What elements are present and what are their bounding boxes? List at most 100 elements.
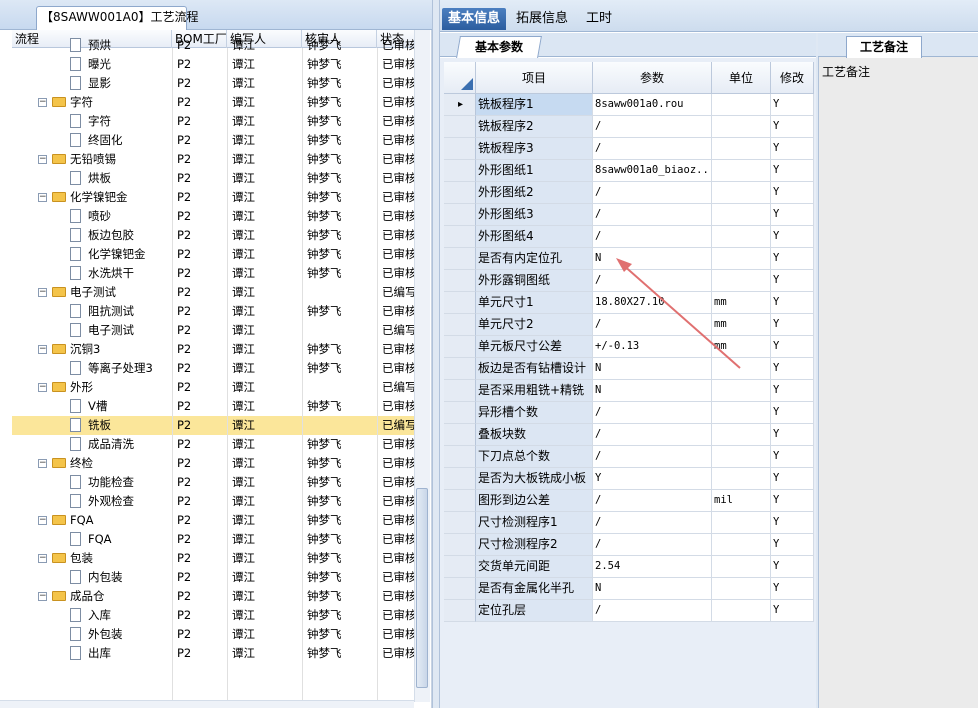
tree-row[interactable]: 外观检查 P2 谭江 钟梦飞 已审核	[12, 492, 416, 511]
param-row[interactable]: 异形槽个数 / Y	[444, 402, 814, 424]
param-cell-value[interactable]: 8saww001a0_biaoz...	[593, 160, 712, 182]
param-cell-modify[interactable]: Y	[771, 534, 814, 556]
tree-group-row[interactable]: − 电子测试 P2 谭江 已编写	[12, 283, 416, 302]
tree-row[interactable]: 曝光 P2 谭江 钟梦飞 已审核	[12, 55, 416, 74]
tree-group-row[interactable]: − 化学镍钯金 P2 谭江 钟梦飞 已审核	[12, 188, 416, 207]
param-row[interactable]: 外形图纸4/ Y	[444, 226, 814, 248]
tree-row[interactable]: 终固化 P2 谭江 钟梦飞 已审核	[12, 131, 416, 150]
tree-row[interactable]: 功能检查 P2 谭江 钟梦飞 已审核	[12, 473, 416, 492]
tree-group-row[interactable]: − 成品仓 P2 谭江 钟梦飞 已审核	[12, 587, 416, 606]
param-cell-modify[interactable]: Y	[771, 600, 814, 622]
param-cell-value[interactable]: Y	[593, 468, 712, 490]
param-cell-modify[interactable]: Y	[771, 468, 814, 490]
tree-row[interactable]: 预烘 P2 谭江 钟梦飞 已审核	[12, 36, 416, 55]
param-cell-unit[interactable]: mil	[712, 490, 771, 512]
tree-group-row[interactable]: − FQA P2 谭江 钟梦飞 已审核	[12, 511, 416, 530]
tree-group-row[interactable]: − 无铅喷锡 P2 谭江 钟梦飞 已审核	[12, 150, 416, 169]
param-cell-value[interactable]: 8saww001a0.rou	[593, 94, 712, 116]
param-cell-unit[interactable]	[712, 446, 771, 468]
param-row[interactable]: 尺寸检测程序1/ Y	[444, 512, 814, 534]
row-indicator[interactable]	[444, 138, 476, 160]
tree-row[interactable]: 阻抗测试 P2 谭江 钟梦飞 已审核	[12, 302, 416, 321]
param-cell-modify[interactable]: Y	[771, 336, 814, 358]
row-indicator[interactable]	[444, 534, 476, 556]
param-cell-value[interactable]: /	[593, 138, 712, 160]
row-indicator[interactable]	[444, 556, 476, 578]
param-cell-modify[interactable]: Y	[771, 512, 814, 534]
tree-horizontal-scrollbar[interactable]	[0, 700, 414, 708]
collapse-icon[interactable]: −	[38, 516, 47, 525]
param-cell-unit[interactable]	[712, 138, 771, 160]
param-cell-unit[interactable]	[712, 116, 771, 138]
tree-group-row[interactable]: − 字符 P2 谭江 钟梦飞 已审核	[12, 93, 416, 112]
param-row[interactable]: 图形到边公差 / mil Y	[444, 490, 814, 512]
param-cell-value[interactable]: /	[593, 424, 712, 446]
param-cell-unit[interactable]	[712, 94, 771, 116]
collapse-icon[interactable]: −	[38, 345, 47, 354]
param-cell-modify[interactable]: Y	[771, 94, 814, 116]
grid-header-modify[interactable]: 修改	[771, 62, 814, 94]
param-cell-modify[interactable]: Y	[771, 314, 814, 336]
param-cell-modify[interactable]: Y	[771, 204, 814, 226]
row-indicator[interactable]	[444, 336, 476, 358]
row-indicator[interactable]	[444, 358, 476, 380]
tree-row[interactable]: 成品清洗 P2 谭江 钟梦飞 已审核	[12, 435, 416, 454]
param-cell-modify[interactable]: Y	[771, 490, 814, 512]
row-indicator[interactable]	[444, 182, 476, 204]
param-cell-value[interactable]: 2.54	[593, 556, 712, 578]
param-cell-modify[interactable]: Y	[771, 226, 814, 248]
tree-row[interactable]: 显影 P2 谭江 钟梦飞 已审核	[12, 74, 416, 93]
tree-row[interactable]: V槽 P2 谭江 钟梦飞 已审核	[12, 397, 416, 416]
param-row[interactable]: 定位孔层 / Y	[444, 600, 814, 622]
param-cell-value[interactable]: /	[593, 490, 712, 512]
row-indicator[interactable]	[444, 468, 476, 490]
grid-header-unit[interactable]: 单位	[712, 62, 771, 94]
param-cell-unit[interactable]	[712, 556, 771, 578]
param-cell-value[interactable]: /	[593, 446, 712, 468]
param-cell-unit[interactable]	[712, 468, 771, 490]
tree-row[interactable]: 烘板 P2 谭江 钟梦飞 已审核	[12, 169, 416, 188]
param-cell-modify[interactable]: Y	[771, 160, 814, 182]
tab-work-hours[interactable]: 工时	[580, 8, 618, 30]
row-indicator[interactable]	[444, 490, 476, 512]
row-indicator[interactable]	[444, 446, 476, 468]
param-cell-value[interactable]: N	[593, 380, 712, 402]
param-cell-modify[interactable]: Y	[771, 358, 814, 380]
row-indicator[interactable]	[444, 248, 476, 270]
collapse-icon[interactable]: −	[38, 592, 47, 601]
tree-scroll-thumb[interactable]	[416, 488, 428, 688]
grid-corner[interactable]	[444, 62, 476, 94]
collapse-icon[interactable]: −	[38, 98, 47, 107]
param-cell-unit[interactable]	[712, 578, 771, 600]
row-indicator[interactable]	[444, 512, 476, 534]
row-indicator[interactable]	[444, 292, 476, 314]
tree-row[interactable]: 外包装 P2 谭江 钟梦飞 已审核	[12, 625, 416, 644]
row-indicator[interactable]	[444, 314, 476, 336]
param-cell-modify[interactable]: Y	[771, 270, 814, 292]
param-cell-value[interactable]: /	[593, 534, 712, 556]
param-cell-value[interactable]: /	[593, 512, 712, 534]
param-row[interactable]: 下刀点总个数 / Y	[444, 446, 814, 468]
param-row[interactable]: 外形图纸2/ Y	[444, 182, 814, 204]
tree-row[interactable]: 水洗烘干 P2 谭江 钟梦飞 已审核	[12, 264, 416, 283]
tree-row[interactable]: 电子测试 P2 谭江 已编写	[12, 321, 416, 340]
param-cell-value[interactable]: /	[593, 204, 712, 226]
param-cell-value[interactable]: /	[593, 182, 712, 204]
tree-group-row[interactable]: − 沉铜3 P2 谭江 钟梦飞 已审核	[12, 340, 416, 359]
row-indicator[interactable]	[444, 600, 476, 622]
param-cell-unit[interactable]	[712, 160, 771, 182]
param-cell-unit[interactable]	[712, 424, 771, 446]
param-cell-modify[interactable]: Y	[771, 578, 814, 600]
param-cell-value[interactable]: /	[593, 402, 712, 424]
row-indicator[interactable]	[444, 116, 476, 138]
collapse-icon[interactable]: −	[38, 155, 47, 164]
grid-header-param[interactable]: 参数	[593, 62, 712, 94]
row-indicator[interactable]	[444, 226, 476, 248]
row-indicator[interactable]	[444, 270, 476, 292]
param-cell-unit[interactable]	[712, 204, 771, 226]
row-indicator[interactable]	[444, 402, 476, 424]
panel-splitter[interactable]	[432, 0, 440, 708]
row-indicator[interactable]	[444, 380, 476, 402]
row-indicator[interactable]	[444, 160, 476, 182]
param-cell-unit[interactable]	[712, 534, 771, 556]
